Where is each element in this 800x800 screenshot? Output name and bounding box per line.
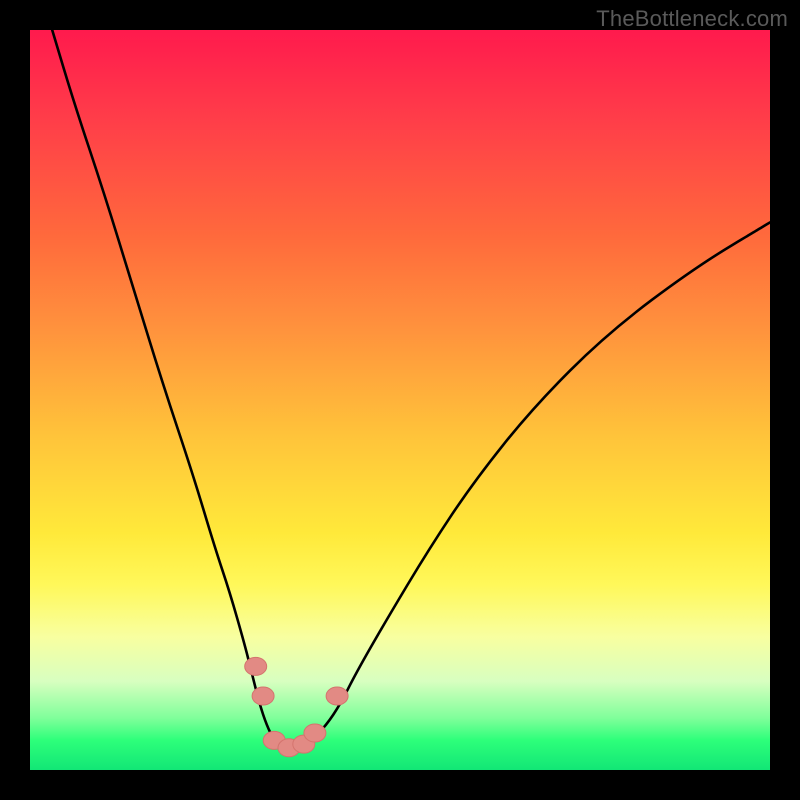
left-marker-upper: [245, 657, 267, 675]
bottleneck-curve: [52, 30, 770, 748]
valley-right-2: [304, 724, 326, 742]
plot-area: [30, 30, 770, 770]
curve-layer: [30, 30, 770, 770]
chart-frame: TheBottleneck.com: [0, 0, 800, 800]
watermark-text: TheBottleneck.com: [596, 6, 788, 32]
left-marker-lower: [252, 687, 274, 705]
right-marker-upper: [326, 687, 348, 705]
